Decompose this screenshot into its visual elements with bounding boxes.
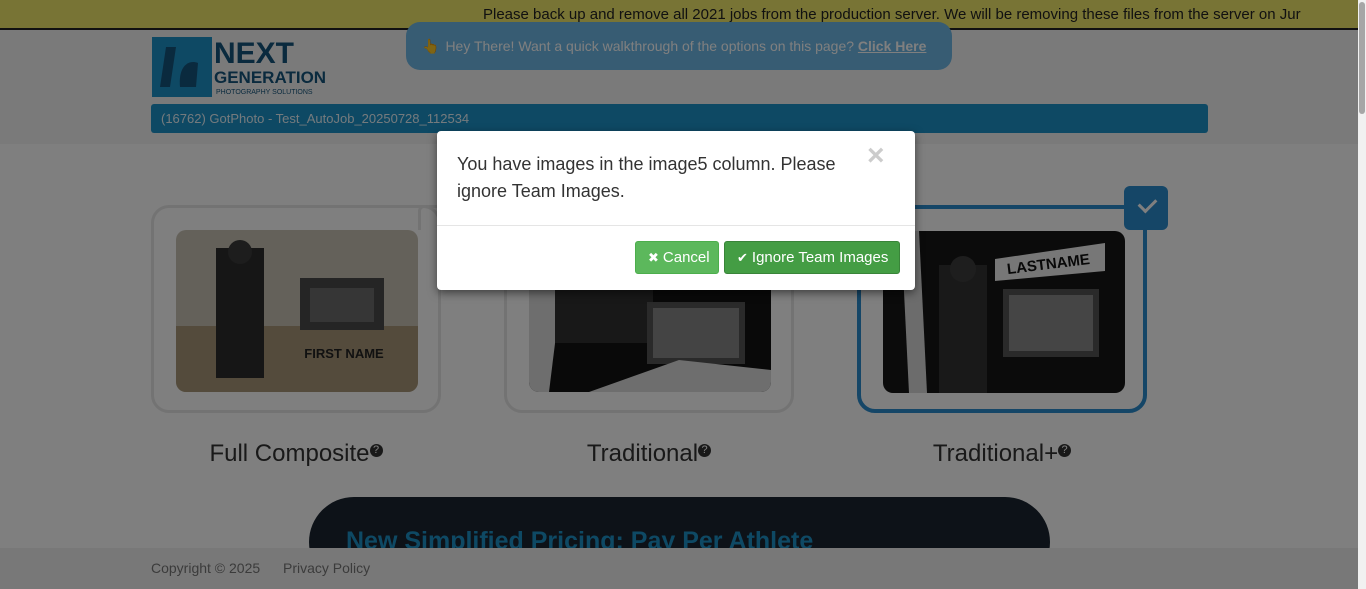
cancel-button[interactable]: ✖ Cancel (635, 241, 719, 274)
close-icon[interactable]: × (867, 141, 885, 171)
checkmark-icon: ✔ (737, 250, 748, 265)
scrollbar-thumb[interactable] (1359, 2, 1365, 114)
ignore-team-images-button[interactable]: ✔ Ignore Team Images (724, 241, 900, 274)
modal-backdrop[interactable] (0, 0, 1358, 589)
ignore-label: Ignore Team Images (751, 249, 889, 266)
confirm-dialog: You have images in the image5 column. Pl… (437, 131, 915, 290)
x-icon: ✖ (648, 250, 659, 265)
cancel-label: Cancel (662, 249, 710, 266)
page-scrollbar[interactable] (1358, 0, 1366, 589)
dialog-divider (437, 225, 915, 226)
dialog-message: You have images in the image5 column. Pl… (457, 154, 836, 201)
